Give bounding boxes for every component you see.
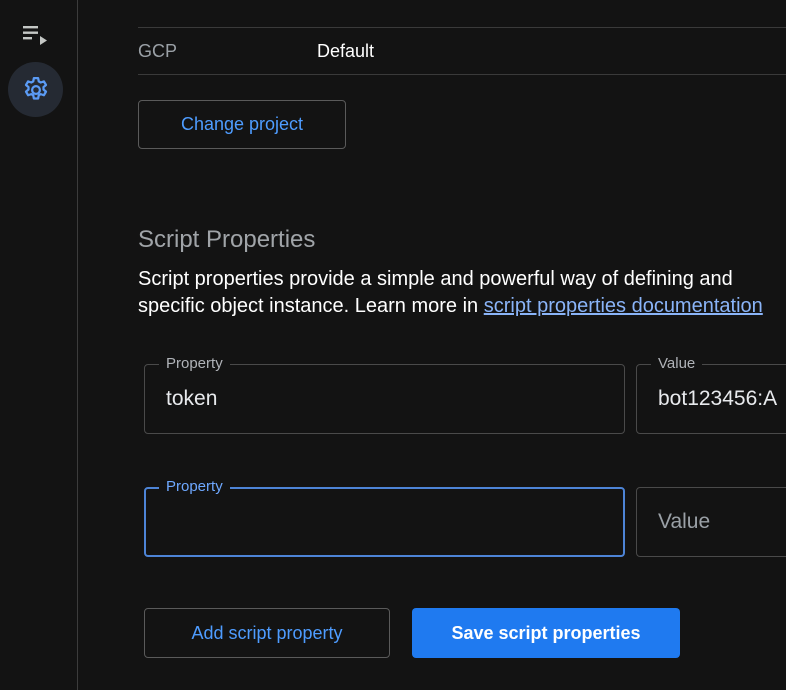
description-line: Script properties provide a simple and p… bbox=[138, 268, 733, 290]
divider bbox=[138, 74, 786, 75]
change-project-button[interactable]: Change project bbox=[138, 100, 346, 149]
gcp-value: Default bbox=[317, 41, 375, 61]
description-line: specific object instance. Learn more in … bbox=[138, 293, 786, 320]
docs-link[interactable]: script properties documentation bbox=[484, 295, 763, 317]
new-value-field[interactable]: Value bbox=[636, 487, 786, 557]
list-play-icon[interactable] bbox=[18, 20, 52, 50]
section-title: Script Properties bbox=[138, 226, 316, 253]
settings-main: GCP Default Change project Script Proper… bbox=[78, 0, 786, 690]
value-field[interactable]: Value bot123456:A bbox=[636, 354, 786, 434]
save-script-properties-button[interactable]: Save script properties bbox=[412, 608, 680, 658]
gcp-label: GCP bbox=[138, 41, 178, 61]
value-value: bot123456:A bbox=[658, 387, 778, 410]
gear-icon[interactable] bbox=[8, 62, 63, 117]
property-label: Property bbox=[159, 477, 230, 497]
divider bbox=[138, 27, 786, 28]
side-rail bbox=[0, 0, 78, 690]
add-script-property-button[interactable]: Add script property bbox=[144, 608, 390, 658]
property-value: token bbox=[166, 387, 218, 410]
description-text: specific object instance. Learn more in bbox=[138, 295, 484, 317]
section-description: Script properties provide a simple and p… bbox=[138, 266, 786, 320]
property-field[interactable]: Property token bbox=[144, 354, 625, 434]
value-placeholder: Value bbox=[658, 510, 711, 533]
new-property-field[interactable]: Property bbox=[144, 477, 625, 557]
